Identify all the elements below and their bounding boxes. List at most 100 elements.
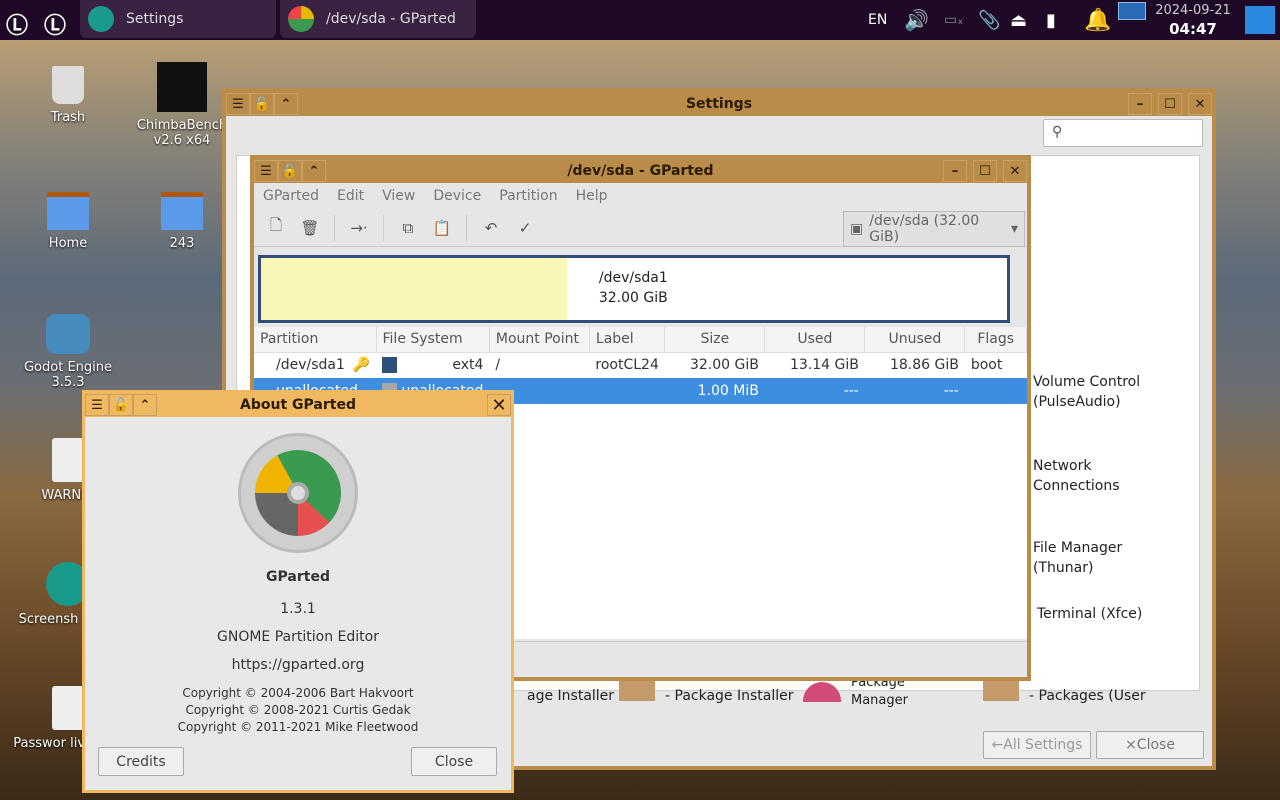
- unlock-icon[interactable]: 🔓: [109, 394, 133, 416]
- column-label[interactable]: Label: [589, 327, 666, 353]
- volume-icon[interactable]: 🔊: [904, 0, 929, 40]
- window-menu-icon[interactable]: ☰: [254, 160, 278, 182]
- delete-partition-icon[interactable]: 🗑: [296, 219, 324, 237]
- unlock-icon[interactable]: 🔓: [278, 160, 302, 182]
- minimize-button[interactable]: –: [943, 160, 967, 182]
- window-menu-icon[interactable]: ☰: [226, 93, 250, 115]
- clipboard-icon[interactable]: 📎: [978, 0, 1000, 40]
- cell-unused: 18.86 GiB: [889, 357, 959, 374]
- website-link[interactable]: https://gparted.org: [85, 657, 511, 673]
- apply-icon[interactable]: ✓: [511, 219, 539, 237]
- desktop-icon-trash[interactable]: Trash: [13, 66, 123, 125]
- column-partition[interactable]: Partition: [254, 327, 377, 353]
- copyright-line: Copyright © 2011-2021 Mike Fleetwood: [177, 720, 419, 734]
- new-partition-icon[interactable]: 🗋: [262, 215, 290, 240]
- task-settings[interactable]: Settings: [80, 0, 276, 38]
- clock-time[interactable]: 04:47: [1150, 20, 1236, 38]
- copyright-block: Copyright © 2004-2006 Bart Hakvoort Copy…: [85, 685, 511, 736]
- desktop-icon-godot[interactable]: Godot Engine 3.5.3: [13, 314, 123, 390]
- language-indicator[interactable]: EN: [868, 0, 887, 40]
- battery-icon[interactable]: ▮: [1046, 0, 1056, 40]
- app-version: 1.3.1: [280, 601, 316, 617]
- icon-label: Godot Engine 3.5.3: [23, 360, 113, 390]
- menu-view[interactable]: View: [373, 188, 424, 204]
- task-gparted[interactable]: /dev/sda - GParted: [280, 0, 476, 38]
- column-size[interactable]: Size: [664, 327, 766, 353]
- maximize-button[interactable]: ☐: [1158, 93, 1182, 115]
- settings-titlebar[interactable]: ☰ 🔓 ⌃ Settings – ☐ ✕: [226, 92, 1212, 116]
- menu-device[interactable]: Device: [424, 188, 490, 204]
- all-settings-button[interactable]: ← All Settings: [983, 731, 1091, 759]
- close-button[interactable]: ✕: [487, 394, 511, 416]
- settings-item-package-installer[interactable]: age Installer: [527, 686, 614, 706]
- menu-help[interactable]: Help: [567, 188, 617, 204]
- settings-item-package-installer-2[interactable]: - Package Installer: [665, 686, 794, 706]
- shade-icon[interactable]: ⌃: [302, 160, 326, 182]
- desktop-icon-chimbabench[interactable]: ChimbaBench v2.6 x64: [127, 62, 237, 148]
- device-select[interactable]: ▣ /dev/sda (32.00 GiB) ▾: [843, 211, 1025, 247]
- column-filesystem[interactable]: File System: [376, 327, 490, 353]
- task-label: /dev/sda - GParted: [326, 11, 456, 27]
- show-desktop-button[interactable]: [1245, 6, 1275, 34]
- table-row[interactable]: /dev/sda1 🔑 ext4 / rootCL24 32.00 GiB 13…: [254, 352, 1027, 378]
- about-titlebar[interactable]: ☰ 🔓 ⌃ About GParted ✕: [85, 393, 511, 417]
- column-used[interactable]: Used: [764, 327, 866, 353]
- desktop-icon-home[interactable]: Home: [13, 192, 123, 251]
- device-select-value: /dev/sda (32.00 GiB): [869, 213, 980, 245]
- cell-partition: /dev/sda1: [276, 357, 345, 374]
- window-menu-icon[interactable]: ☰: [85, 394, 109, 416]
- window-title: Settings: [685, 96, 753, 112]
- paste-icon[interactable]: 📋: [428, 219, 456, 237]
- settings-item-volume[interactable]: Volume Control (PulseAudio): [1033, 372, 1199, 412]
- search-input[interactable]: ⚲: [1043, 119, 1203, 147]
- column-mount-point[interactable]: Mount Point: [489, 327, 590, 353]
- column-flags[interactable]: Flags: [964, 327, 1027, 353]
- fs-color-swatch: [382, 357, 397, 374]
- column-unused[interactable]: Unused: [864, 327, 966, 353]
- settings-item-packages-user[interactable]: - Packages (User: [1029, 686, 1146, 706]
- clock-date[interactable]: 2024-09-21: [1150, 3, 1236, 18]
- settings-item-network[interactable]: Network Connections: [1033, 456, 1133, 496]
- cell-size: 1.00 MiB: [664, 378, 765, 404]
- eject-icon[interactable]: ⏏: [1010, 0, 1027, 40]
- disk-graph[interactable]: /dev/sda1 32.00 GiB: [258, 255, 1010, 323]
- menu-gparted[interactable]: GParted: [254, 188, 328, 204]
- shade-icon[interactable]: ⌃: [274, 93, 298, 115]
- cell-flags: [964, 378, 1027, 404]
- menu-partition[interactable]: Partition: [490, 188, 566, 204]
- minimize-button[interactable]: –: [1128, 93, 1152, 115]
- mounted-key-icon: 🔑: [352, 357, 370, 374]
- document-icon: [52, 438, 84, 482]
- settings-close-button[interactable]: × Close: [1096, 731, 1204, 759]
- credits-button[interactable]: Credits: [98, 747, 184, 776]
- button-label: Close: [1136, 737, 1175, 753]
- network-disconnected-icon[interactable]: ▭ₓ: [944, 0, 963, 40]
- unlock-icon[interactable]: 🔓: [250, 93, 274, 115]
- desktop-icon-243[interactable]: 243: [127, 192, 237, 251]
- gparted-titlebar[interactable]: ☰ 🔓 ⌃ /dev/sda - GParted – ☐ ✕: [254, 159, 1027, 183]
- menu-edit[interactable]: Edit: [328, 188, 373, 204]
- workspace-icon[interactable]: [1118, 2, 1146, 20]
- app-menu-icon[interactable]: Ⓛ: [6, 8, 28, 40]
- maximize-button[interactable]: ☐: [973, 160, 997, 182]
- disk-graph-name: /dev/sda1: [598, 270, 668, 286]
- settings-item-terminal[interactable]: Terminal (Xfce): [1037, 604, 1142, 624]
- home-folder-icon: [47, 192, 89, 230]
- copyright-line: Copyright © 2004-2006 Bart Hakvoort: [182, 686, 414, 700]
- shade-icon[interactable]: ⌃: [133, 394, 157, 416]
- cell-unused: ---: [864, 378, 965, 404]
- disk-used-fill: [261, 258, 567, 320]
- app-menu-icon-2[interactable]: Ⓛ: [44, 8, 66, 40]
- undo-icon[interactable]: ↶: [477, 219, 505, 237]
- app-description: GNOME Partition Editor: [217, 629, 379, 645]
- settings-item-file-manager[interactable]: File Manager (Thunar): [1033, 538, 1143, 578]
- cell-flags: boot: [970, 357, 1003, 374]
- about-close-button[interactable]: Close: [411, 747, 497, 776]
- close-button[interactable]: ✕: [1188, 93, 1212, 115]
- close-button[interactable]: ✕: [1003, 160, 1027, 182]
- cell-label: [589, 378, 665, 404]
- notifications-icon[interactable]: 🔔: [1084, 0, 1111, 40]
- resize-move-icon[interactable]: →·: [345, 219, 373, 237]
- copy-icon[interactable]: ⧉: [394, 219, 422, 237]
- about-dialog: ☰ 🔓 ⌃ About GParted ✕ GParted 1.3.1 GNOME …: [82, 390, 514, 793]
